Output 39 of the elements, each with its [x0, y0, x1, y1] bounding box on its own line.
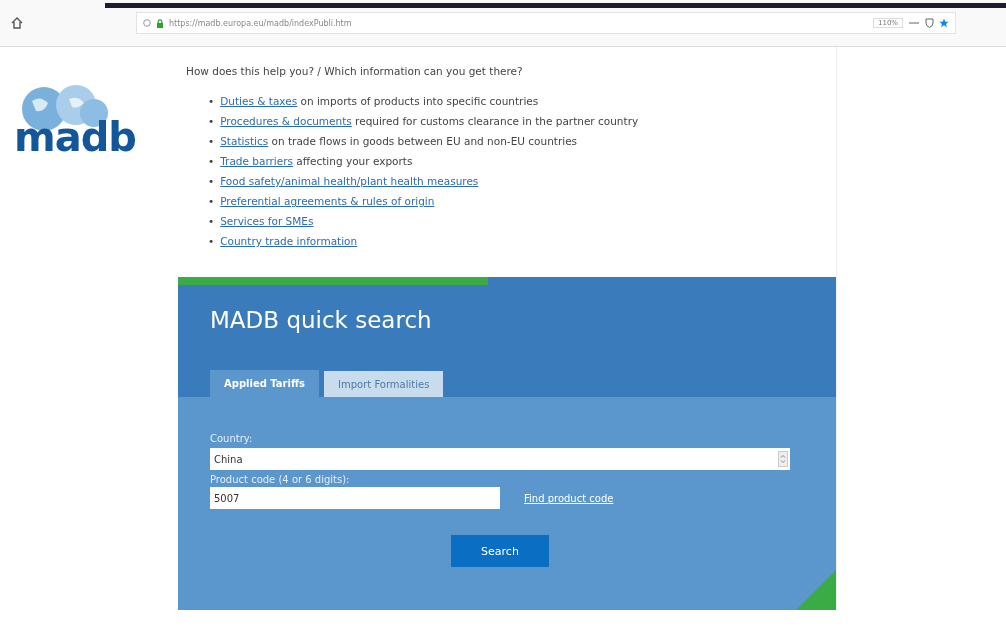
- list-item-text: Duties & taxes on imports of products into specific countries: [220, 94, 539, 109]
- info-icon[interactable]: [143, 19, 151, 27]
- panel-title: MADB quick search: [210, 307, 432, 333]
- shield-icon[interactable]: [925, 18, 934, 28]
- tab[interactable]: Applied Tariffs: [210, 370, 320, 397]
- info-link[interactable]: Duties & taxes: [220, 95, 298, 107]
- url-text: https://madb.europa.eu/madb/indexPubli.htm: [169, 18, 353, 28]
- find-product-code-link[interactable]: Find product code: [524, 492, 614, 504]
- field-label: Country:: [210, 433, 253, 444]
- intro-text: How does this help you? / Which information can you get there?: [186, 65, 524, 77]
- info-link[interactable]: Trade barriers: [220, 155, 293, 167]
- bullet: •: [208, 154, 215, 169]
- madb-logo[interactable]: madb: [14, 81, 162, 157]
- field-label: Product code (4 or 6 digits):: [210, 474, 350, 485]
- info-link[interactable]: Services for SMEs: [220, 211, 314, 231]
- info-link[interactable]: Procedures & documents: [220, 115, 352, 127]
- search-button[interactable]: Search: [451, 535, 549, 567]
- bullet: •: [208, 174, 215, 189]
- bullet: •: [208, 214, 215, 229]
- product-code-field[interactable]: 5007: [210, 487, 500, 509]
- bullet: •: [208, 114, 215, 129]
- list-item-text: Trade barriers affecting your exports: [220, 154, 413, 169]
- country-dropdown[interactable]: China: [210, 448, 790, 470]
- list-item-text: Statistics on trade flows in goods between EU and non-EU countries: [220, 134, 578, 149]
- bullet: •: [208, 94, 215, 109]
- list-item-text: Procedures & documents required for customs clearance in the partner country: [220, 114, 639, 129]
- info-link[interactable]: Country trade information: [220, 231, 358, 251]
- info-link[interactable]: Statistics: [220, 135, 269, 147]
- corner-triangle: [796, 570, 836, 610]
- bullet: •: [208, 134, 215, 149]
- star-icon[interactable]: [939, 18, 949, 28]
- info-link[interactable]: Food safety/animal health/plant health measures: [220, 171, 479, 191]
- info-link[interactable]: Preferential agreements & rules of origin: [220, 191, 435, 211]
- more-icon[interactable]: [908, 20, 920, 26]
- bullet: •: [208, 234, 215, 249]
- tab[interactable]: Import Formalities: [324, 371, 444, 397]
- home-icon[interactable]: [10, 16, 24, 30]
- bullet: •: [208, 194, 215, 209]
- padlock-icon: [156, 18, 164, 28]
